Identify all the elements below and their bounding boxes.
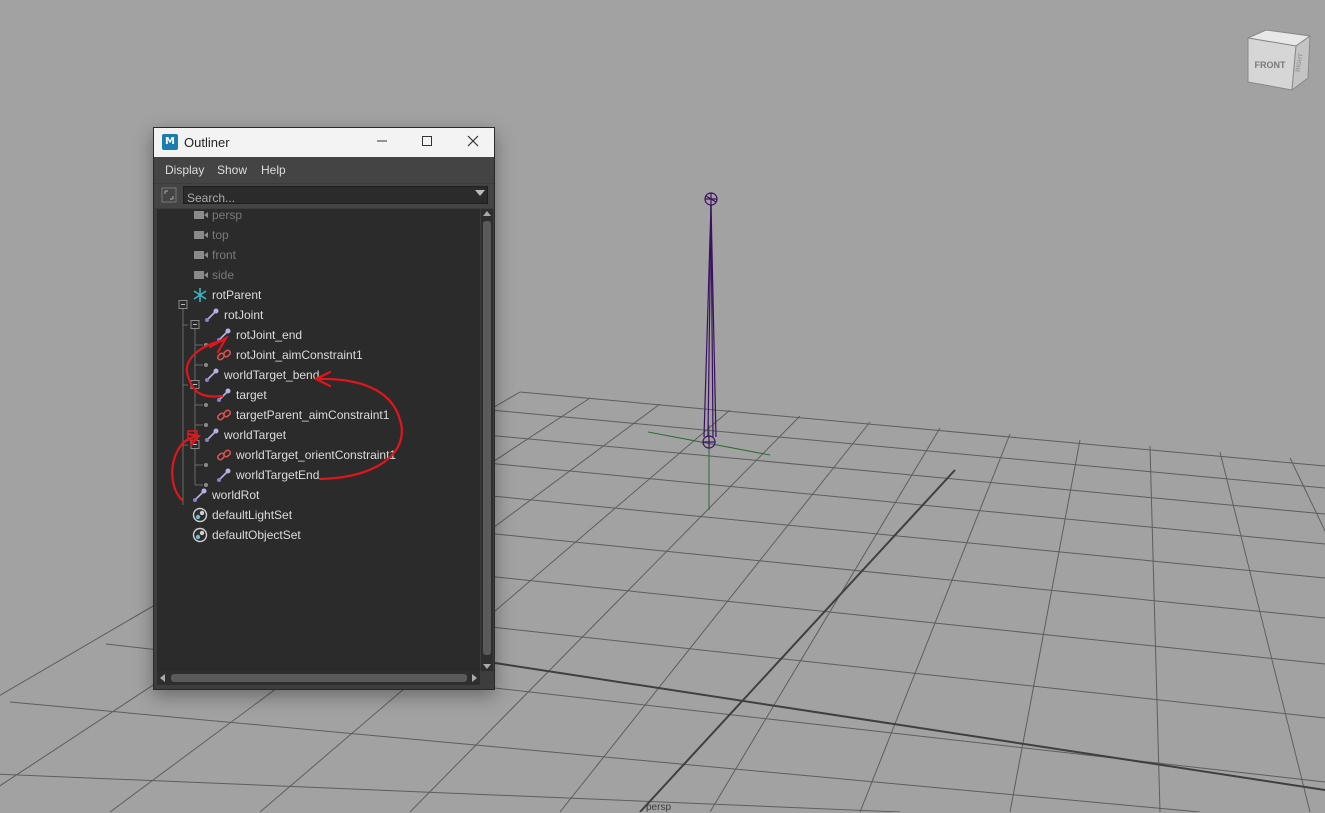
outliner-tree[interactable]: persp top front side rotParent rotJoint …: [157, 209, 480, 671]
constraint-icon: [216, 409, 232, 421]
tree-row-worldtarget-bend[interactable]: worldTarget_bend: [157, 365, 477, 385]
set-icon: [192, 507, 208, 523]
outliner-window: M Outliner Display Show Help Search... p…: [153, 127, 495, 690]
tree-row-label: top: [212, 228, 229, 242]
search-row: [154, 184, 494, 208]
menu-show[interactable]: Show: [217, 163, 247, 177]
window-title: Outliner: [184, 135, 230, 150]
tree-row-defaultlightset[interactable]: defaultLightSet: [157, 505, 477, 525]
search-input[interactable]: [184, 190, 467, 206]
tree-row-label: rotJoint_aimConstraint1: [236, 348, 363, 362]
tree-row-label: front: [212, 248, 237, 262]
tree-row-label: persp: [212, 209, 243, 222]
camera-icon: [194, 211, 208, 219]
constraint-icon: [216, 449, 232, 461]
maya-icon: M: [162, 134, 178, 150]
menu-help[interactable]: Help: [261, 163, 286, 177]
tree-row-label: rotJoint_end: [236, 328, 303, 342]
horizontal-scrollbar[interactable]: [157, 671, 480, 685]
tree-row-label: defaultLightSet: [212, 508, 293, 522]
tree-row-top[interactable]: top: [157, 225, 477, 245]
tree-row-label: worldTarget_bend: [224, 368, 320, 382]
search-field[interactable]: [183, 186, 488, 206]
tree-row-rotjoint-aimconstraint[interactable]: rotJoint_aimConstraint1: [157, 345, 477, 365]
camera-label: persp: [646, 802, 672, 813]
joint-icon: [205, 428, 219, 442]
menu-bar: Display Show Help: [154, 157, 494, 183]
scroll-thumb[interactable]: [171, 674, 467, 682]
joint-icon: [205, 308, 219, 322]
filter-icon[interactable]: [161, 187, 177, 203]
camera-icon: [194, 231, 208, 239]
scroll-down-icon[interactable]: [483, 664, 491, 669]
joint-icon: [193, 488, 207, 502]
camera-icon: [194, 251, 208, 259]
set-icon: [192, 527, 208, 543]
scroll-left-icon[interactable]: [160, 674, 165, 682]
camera-icon: [194, 271, 208, 279]
joint-icon: [217, 468, 231, 482]
tree-row-label: rotParent: [212, 288, 262, 302]
tree-row-worldtarget-orientconstraint[interactable]: worldTarget_orientConstraint1: [157, 445, 477, 465]
maximize-icon: [422, 136, 432, 146]
tree-row-label: rotJoint: [224, 308, 264, 322]
tree-row-label: worldRot: [212, 488, 260, 502]
joint-icon: [205, 368, 219, 382]
tree-row-target[interactable]: target: [157, 385, 477, 405]
locator-icon: [193, 288, 207, 302]
tree-row-worldtarget[interactable]: worldTarget: [157, 425, 477, 445]
tree-row-targetparent-aimconstraint[interactable]: targetParent_aimConstraint1: [157, 405, 477, 425]
scroll-thumb[interactable]: [483, 221, 491, 655]
scroll-right-icon[interactable]: [472, 674, 477, 682]
minimize-icon: [377, 140, 387, 142]
close-button[interactable]: [458, 132, 488, 154]
tree-row-label: worldTarget: [224, 428, 287, 442]
close-icon: [467, 135, 479, 147]
viewcube-front-label: FRONT: [1255, 60, 1286, 70]
vertical-scrollbar[interactable]: [481, 209, 493, 671]
tree-row-worldrot[interactable]: worldRot: [157, 485, 477, 505]
tree-row-rotjoint[interactable]: rotJoint: [157, 305, 477, 325]
scroll-up-icon[interactable]: [483, 211, 491, 216]
tree-row-side[interactable]: side: [157, 265, 477, 285]
joint-icon: [217, 328, 231, 342]
tree-row-label: target: [236, 388, 267, 402]
tree-row-label: side: [212, 268, 235, 282]
menu-display[interactable]: Display: [165, 163, 204, 177]
tree-row-label: targetParent_aimConstraint1: [236, 408, 390, 422]
minimize-button[interactable]: [367, 132, 397, 154]
joint-icon: [217, 388, 231, 402]
tree-row-front[interactable]: front: [157, 245, 477, 265]
tree-row-persp[interactable]: persp: [157, 209, 477, 225]
tree-row-defaultobjectset[interactable]: defaultObjectSet: [157, 525, 477, 545]
title-bar[interactable]: M Outliner: [154, 128, 494, 157]
tree-row-rotjoint-end[interactable]: rotJoint_end: [157, 325, 477, 345]
viewcube[interactable]: FRONT RIGHT: [1244, 28, 1312, 92]
maximize-button[interactable]: [412, 132, 442, 154]
chevron-down-icon[interactable]: [475, 190, 485, 196]
constraint-icon: [216, 349, 232, 361]
tree-row-label: worldTargetEnd: [236, 468, 320, 482]
tree-row-label: defaultObjectSet: [212, 528, 301, 542]
tree-row-worldtargetend[interactable]: worldTargetEnd: [157, 465, 477, 485]
tree-row-rotparent[interactable]: rotParent: [157, 285, 477, 305]
tree-row-label: worldTarget_orientConstraint1: [236, 448, 397, 462]
